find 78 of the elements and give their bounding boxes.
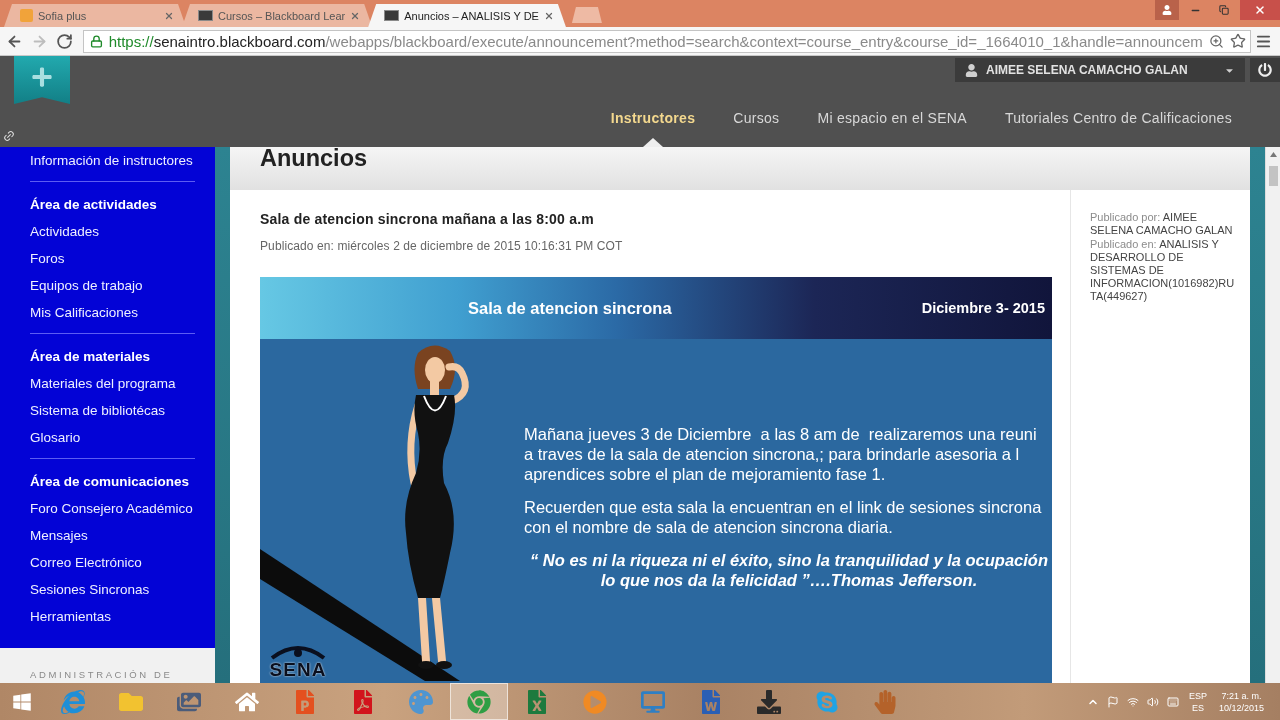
sidebar-link[interactable]: Glosario bbox=[30, 424, 81, 451]
letter-s-logo-icon bbox=[815, 689, 839, 714]
banner-date: Diciembre 3- 2015 bbox=[921, 300, 1045, 316]
post-info: Publicado en: ANALISIS Y DESARROLLO DE SISTEMAS DE INFORMACION(1016982)RUTA(449627) bbox=[1090, 238, 1236, 303]
sidebar-link[interactable]: Mis Calificaciones bbox=[30, 299, 139, 326]
monitor-icon bbox=[641, 689, 665, 714]
restore-icon bbox=[1219, 5, 1229, 15]
spreadsheet-icon bbox=[525, 689, 549, 714]
tile-favicon-icon bbox=[198, 10, 213, 21]
browser-tab[interactable]: Anuncios – ANALISIS Y DE bbox=[368, 4, 566, 27]
nav-tab[interactable]: Tutoriales Centro de Calificaciones bbox=[1004, 105, 1232, 147]
scrollbar-thumb[interactable] bbox=[1268, 166, 1278, 186]
banner-paragraph: Recuerden que esta sala la encuentran en el link de sesiones sincrona con el nombre de sala de atencion sincrona diaria. bbox=[524, 497, 1042, 537]
reload-icon bbox=[56, 32, 74, 50]
banner-heading: Sala de atencion sincrona bbox=[468, 298, 672, 318]
zoom-icon[interactable] bbox=[1208, 33, 1224, 49]
announcement-title: Sala de atencion sincrona mañana a las 8:00 a.m bbox=[260, 211, 594, 228]
nav-tab[interactable]: Mi espacio en el SENA bbox=[817, 105, 967, 147]
section-heading: Área de actividades bbox=[30, 196, 157, 214]
browser-tab[interactable]: Sofia plus bbox=[4, 4, 186, 27]
nav-tab[interactable]: Cursos bbox=[733, 105, 780, 147]
tile-favicon-icon bbox=[384, 10, 400, 21]
sidebar-link[interactable]: Mensajes bbox=[30, 522, 88, 549]
close-icon bbox=[1254, 4, 1266, 16]
bookmark-star-icon[interactable] bbox=[1229, 33, 1246, 49]
new-tab-button[interactable] bbox=[571, 7, 602, 23]
url-text: https://senaintro.blackboard.com/webapps/blackboard/execute/announcement?method=search&context=course_entry&course_id=_1664010_1&handle=announcem bbox=[108, 32, 1203, 50]
scroll-up-arrow-icon[interactable] bbox=[1269, 152, 1277, 157]
sidebar-link[interactable]: Equipos de trabajo bbox=[30, 272, 143, 299]
close-tab-icon[interactable] bbox=[164, 10, 174, 21]
section-heading: Área de materiales bbox=[30, 348, 151, 366]
close-tab-icon[interactable] bbox=[350, 10, 361, 21]
lock-icon bbox=[89, 34, 103, 48]
add-button[interactable] bbox=[14, 56, 70, 104]
sidebar-link[interactable]: Sistema de bibliotécas bbox=[30, 397, 166, 424]
download-icon bbox=[757, 689, 781, 714]
palette-icon bbox=[409, 689, 433, 714]
sidebar-link[interactable]: Foros bbox=[30, 245, 65, 272]
page-title: Anuncios bbox=[260, 147, 368, 169]
letter-p-document-icon bbox=[293, 689, 317, 714]
sidebar-link[interactable]: Actividades bbox=[30, 218, 100, 245]
banner-quote: “ No es ni la riqueza ni el éxito, sino la tranquilidad y la ocupación lo que nos da la felicidad ”….Thomas Jefferson. bbox=[530, 550, 1049, 590]
sidebar-link[interactable]: Materiales del programa bbox=[30, 370, 176, 397]
close-window-button[interactable] bbox=[1240, 0, 1280, 20]
panel-heading: ADMINISTRACIÓN DE bbox=[30, 669, 173, 680]
sidebar-link[interactable]: Sesiones Sincronas bbox=[30, 576, 150, 603]
sidebar-link[interactable]: Correo Electrónico bbox=[30, 549, 142, 576]
section-heading: Área de comunicaciones bbox=[30, 473, 190, 491]
letter-e-logo-icon bbox=[61, 689, 85, 714]
posted-date: Publicado en: miércoles 2 de diciembre de 2015 10:16:31 PM COT bbox=[260, 239, 623, 254]
logo-figure-icon bbox=[268, 644, 328, 660]
sidebar-link[interactable]: Información de instructores bbox=[30, 147, 193, 174]
text-document-icon bbox=[699, 689, 723, 714]
windows-logo-icon bbox=[12, 691, 32, 712]
post-info: Publicado por: AIMEE SELENA CAMACHO GALAN bbox=[1090, 211, 1234, 237]
hand-icon bbox=[873, 689, 897, 714]
play-icon bbox=[583, 689, 607, 714]
address-bar[interactable]: https://senaintro.blackboard.com/webapps/blackboard/execute/announcement?method=search&context=course_entry&course_id=_1664010_1&handle=announcem bbox=[82, 29, 1251, 53]
profile-button[interactable] bbox=[1155, 0, 1179, 20]
pdf-document-icon bbox=[351, 689, 375, 714]
sidebar-link[interactable]: Foro Consejero Académico bbox=[30, 495, 193, 522]
taskbar-button[interactable] bbox=[450, 683, 508, 720]
plus-icon bbox=[31, 66, 53, 88]
power-icon bbox=[1258, 63, 1272, 77]
logo-text: SENA bbox=[269, 660, 327, 680]
user-icon bbox=[965, 63, 978, 77]
banner-paragraph: Mañana jueves 3 de Diciembre a las 8 am de realizaremos una reuni a traves de la sala de atencion sincrona,; para brindarle asesoria a l aprendices sobre el plan de mejoramiento fase 1. bbox=[524, 424, 1037, 484]
person-icon bbox=[1162, 5, 1172, 15]
flag-icon[interactable] bbox=[1106, 695, 1119, 708]
keyboard-icon[interactable] bbox=[1166, 695, 1179, 708]
sidebar-link[interactable]: Herramientas bbox=[30, 603, 112, 630]
close-tab-icon[interactable] bbox=[543, 10, 554, 21]
browser-logo-icon bbox=[467, 689, 491, 714]
network-icon[interactable] bbox=[1126, 695, 1139, 708]
user-menu-button[interactable]: AIMEE SELENA CAMACHO GALAN bbox=[955, 58, 1245, 82]
speaker-icon[interactable] bbox=[1146, 695, 1159, 708]
power-button[interactable] bbox=[1250, 58, 1280, 82]
rounded-square-favicon-icon bbox=[20, 9, 33, 22]
